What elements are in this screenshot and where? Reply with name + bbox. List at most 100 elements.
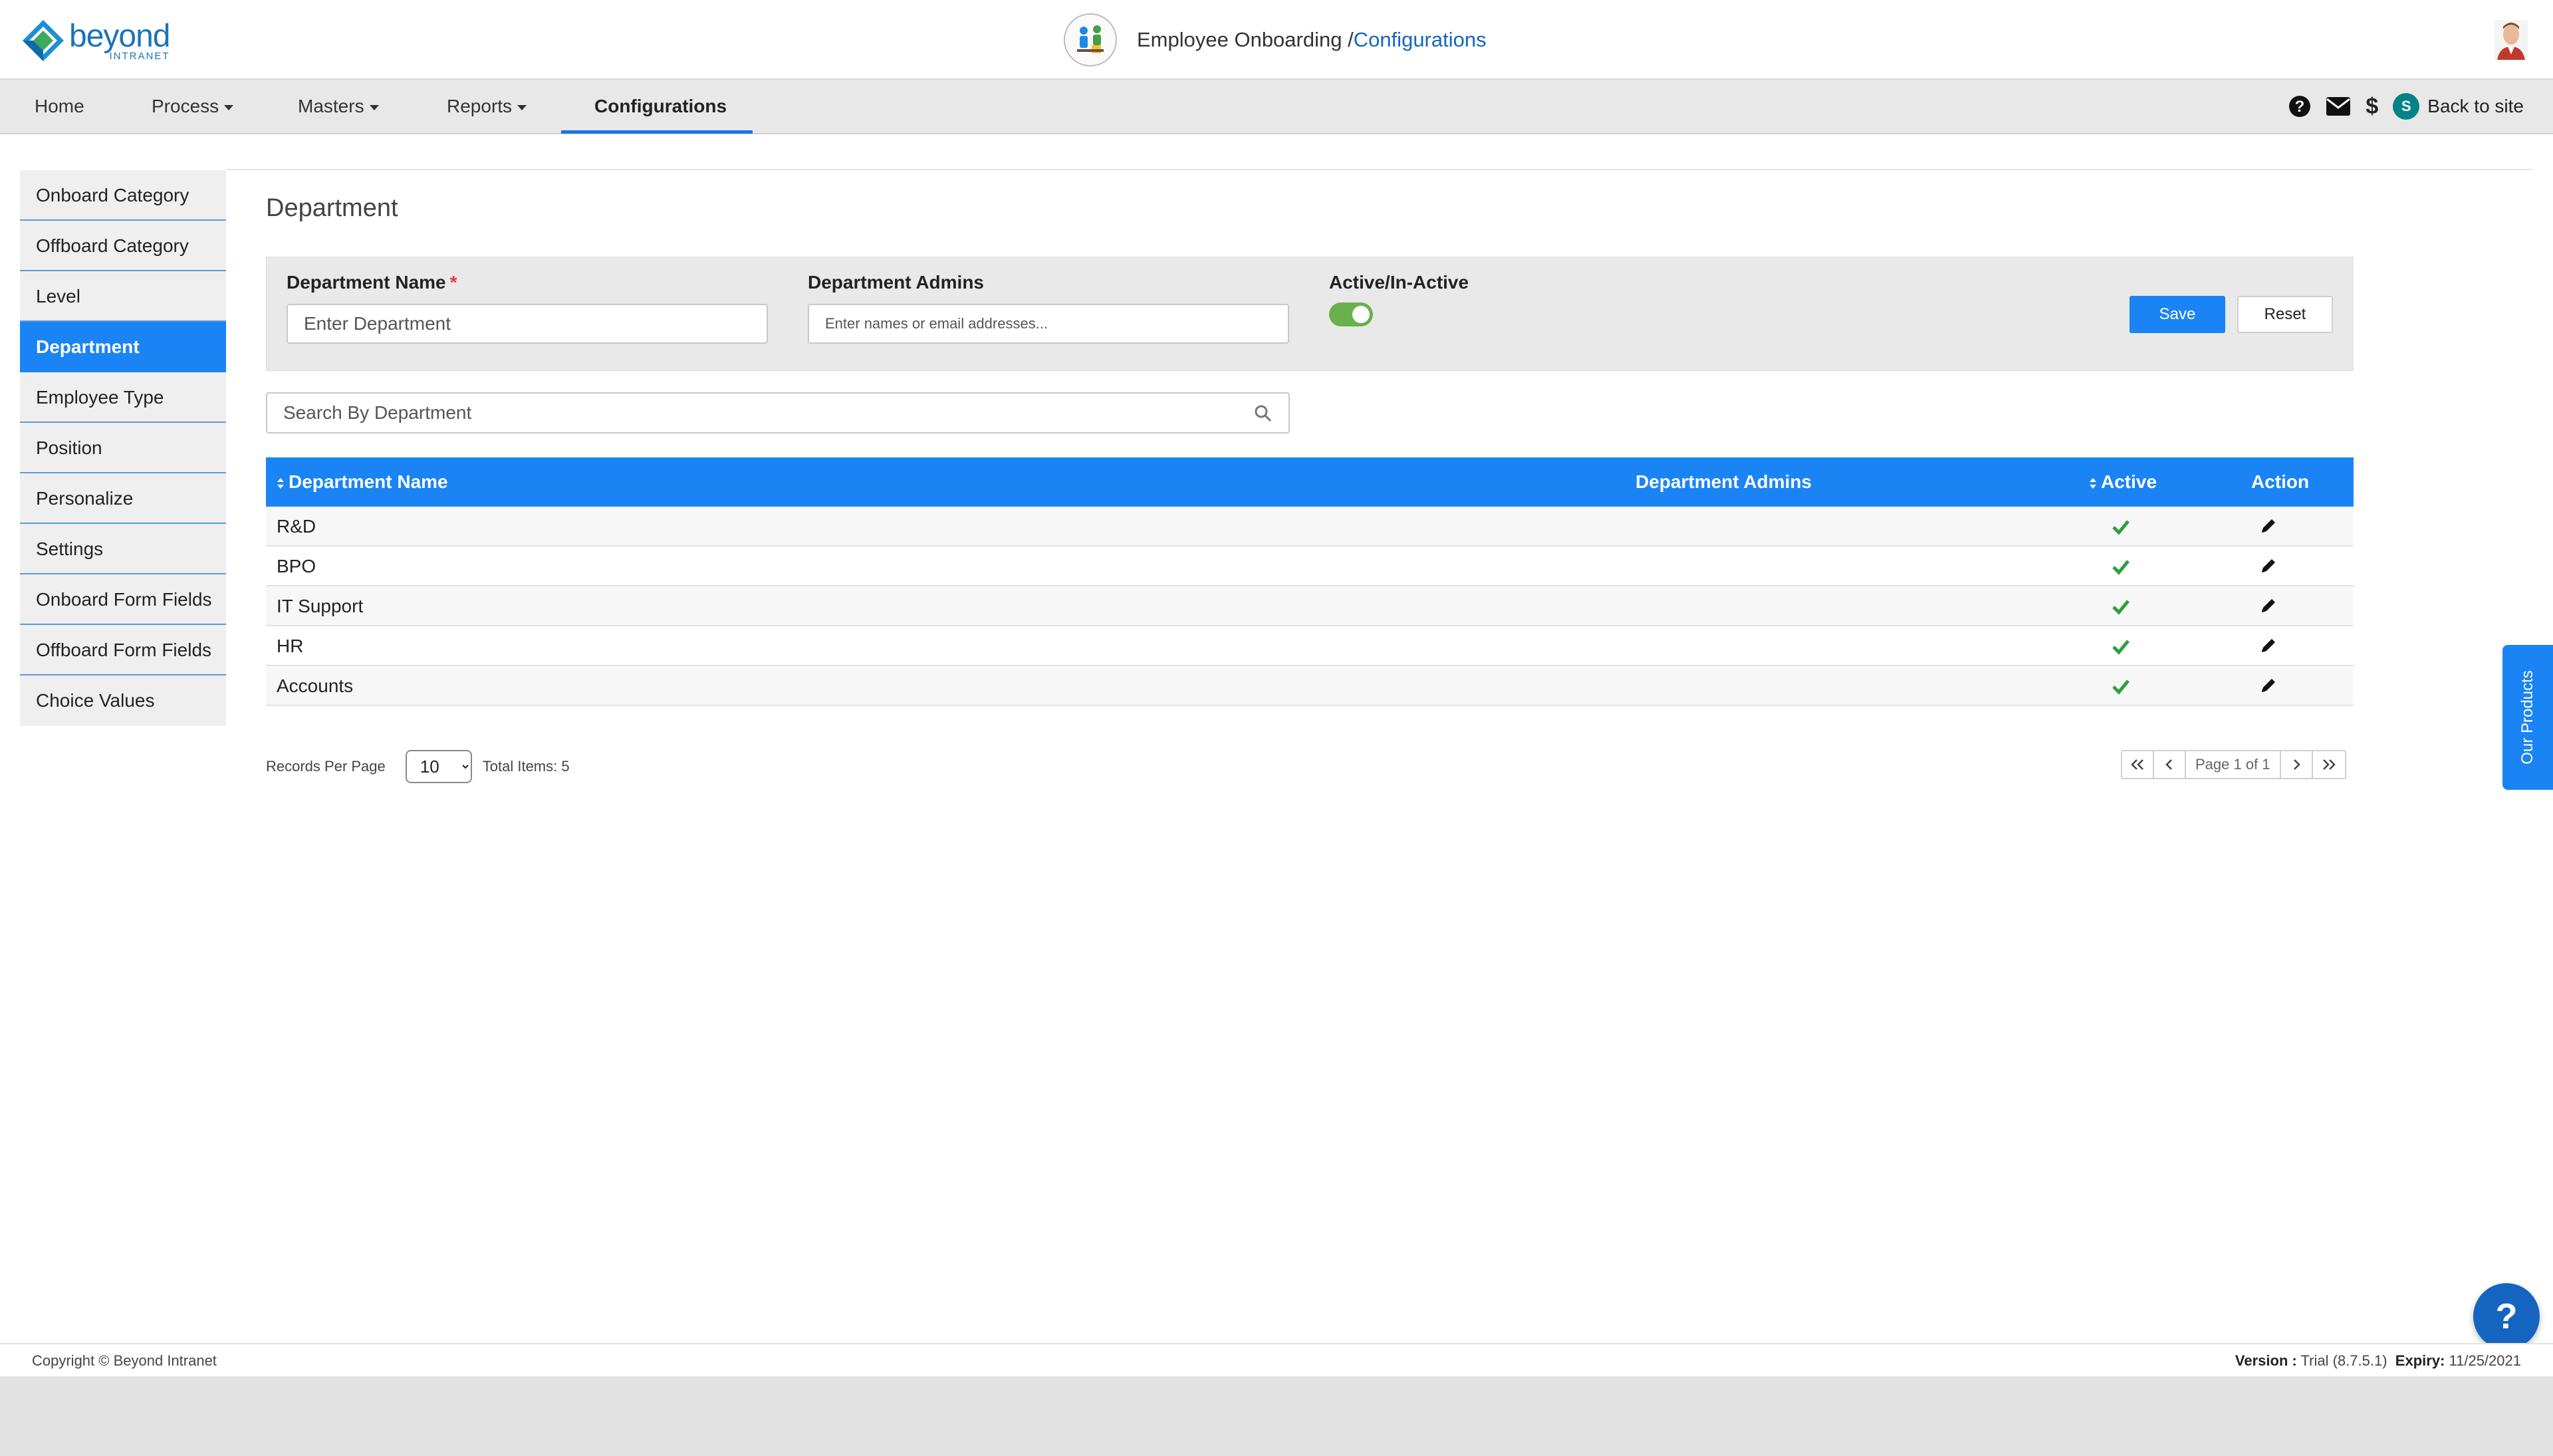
mail-icon[interactable] [2326, 96, 2351, 116]
total-items: Total Items: 5 [482, 758, 570, 775]
our-products-label: Our Products [2518, 670, 2536, 765]
nav-reports-label: Reports [447, 96, 513, 116]
nav-process[interactable]: Process [152, 80, 234, 133]
sharepoint-icon: S [2393, 93, 2420, 120]
chevron-down-icon [224, 104, 234, 110]
user-avatar[interactable] [2494, 20, 2528, 60]
table-row: BPO [266, 546, 2354, 586]
dept-name-label-text: Department Name [287, 272, 446, 293]
sidebar-item-settings[interactable]: Settings [20, 524, 226, 574]
svg-text:?: ? [2295, 98, 2305, 116]
department-form: Department Name* Department Admins Activ… [266, 257, 2354, 371]
nav-masters[interactable]: Masters [298, 80, 379, 133]
beyond-logo[interactable]: beyond INTRANET [21, 19, 170, 62]
table-header: Department Name Department Admins Active… [266, 457, 2354, 507]
last-page-button[interactable] [2313, 751, 2345, 778]
config-sidebar: Onboard Category Offboard Category Level… [20, 170, 226, 726]
edit-pencil-icon[interactable] [2259, 556, 2278, 575]
back-to-site-link[interactable]: S Back to site [2393, 93, 2524, 120]
sidebar-item-onboard-form-fields[interactable]: Onboard Form Fields [20, 574, 226, 625]
col-action: Action [2251, 471, 2310, 492]
nav-home[interactable]: Home [35, 80, 84, 133]
sidebar-item-level[interactable]: Level [20, 271, 226, 322]
sidebar-item-position[interactable]: Position [20, 423, 226, 473]
dept-admins-label: Department Admins [808, 272, 985, 293]
col-department-name[interactable]: Department Name [277, 457, 448, 507]
col-active-label: Active [2101, 471, 2157, 492]
main-navbar: Home Process Masters Reports Configurati… [0, 80, 2553, 134]
edit-pencil-icon[interactable] [2259, 596, 2278, 615]
nav-masters-label: Masters [298, 96, 364, 116]
breadcrumb-configurations[interactable]: Configurations [1354, 28, 1487, 51]
nav-active-indicator [561, 130, 753, 134]
nav-configurations-label: Configurations [594, 96, 727, 116]
search-icon[interactable] [1254, 404, 1273, 426]
nav-reports[interactable]: Reports [447, 80, 527, 133]
expiry-value: 11/25/2021 [2449, 1352, 2521, 1369]
expiry-label: Expiry: [2395, 1352, 2445, 1369]
chevron-left-icon [2165, 759, 2172, 770]
app-name: Employee Onboarding / [1137, 28, 1354, 51]
edit-pencil-icon[interactable] [2259, 676, 2278, 695]
chevron-right-icon [2293, 759, 2300, 770]
check-icon [2112, 560, 2129, 575]
chevron-down-icon [369, 104, 379, 110]
save-button[interactable]: Save [2129, 296, 2225, 333]
department-table: Department Name Department Admins Active… [266, 457, 2354, 706]
col-department-admins: Department Admins [1636, 471, 1812, 492]
top-header: beyond INTRANET Employee Onboarding /Con… [0, 0, 2553, 80]
col-active[interactable]: Active [2089, 457, 2157, 507]
sidebar-item-personalize[interactable]: Personalize [20, 473, 226, 524]
check-icon [2112, 679, 2129, 695]
logo-mark-icon [23, 20, 64, 61]
version-label: Version : [2235, 1352, 2297, 1369]
sort-icon [2090, 477, 2096, 489]
logo-text: beyond INTRANET [69, 18, 170, 61]
app-title: Employee Onboarding /Configurations [1064, 13, 1487, 66]
col-department-name-label: Department Name [289, 471, 448, 492]
copyright-text: Copyright © Beyond Intranet [32, 1352, 217, 1369]
search-input[interactable] [267, 394, 1225, 432]
check-icon [2112, 520, 2129, 535]
dept-name-input[interactable] [287, 304, 768, 344]
sidebar-item-offboard-form-fields[interactable]: Offboard Form Fields [20, 625, 226, 675]
sort-icon [277, 477, 284, 489]
dept-admins-input[interactable] [808, 304, 1289, 344]
prev-page-button[interactable] [2154, 751, 2186, 778]
active-toggle[interactable] [1329, 303, 1373, 326]
sidebar-item-onboard-category[interactable]: Onboard Category [20, 170, 226, 221]
reset-button[interactable]: Reset [2237, 296, 2333, 333]
table-row: Accounts [266, 666, 2354, 706]
dollar-icon[interactable]: $ [2366, 94, 2378, 120]
footer: Copyright © Beyond Intranet Version : Tr… [0, 1343, 2553, 1376]
help-icon[interactable]: ? [2288, 95, 2311, 118]
nav-right-tools: ? $ S Back to site [2274, 80, 2524, 133]
first-page-button[interactable] [2122, 751, 2154, 778]
back-to-site-label: Back to site [2427, 96, 2524, 116]
sidebar-item-employee-type[interactable]: Employee Type [20, 372, 226, 423]
onboarding-app-icon [1064, 13, 1117, 66]
page-title: Department [266, 194, 398, 222]
nav-configurations[interactable]: Configurations [594, 80, 727, 133]
nav-home-label: Home [35, 96, 84, 116]
toggle-knob [1352, 306, 1370, 323]
page-indicator: Page 1 of 1 [2186, 751, 2281, 778]
required-marker: * [449, 272, 457, 293]
app-title-text: Employee Onboarding /Configurations [1137, 28, 1487, 52]
sidebar-item-offboard-category[interactable]: Offboard Category [20, 221, 226, 271]
logo-main-text: beyond [69, 18, 170, 54]
edit-pencil-icon[interactable] [2259, 517, 2278, 535]
our-products-tab[interactable]: Our Products [2502, 645, 2553, 790]
double-chevron-right-icon [2322, 759, 2336, 770]
version-value: Trial (8.7.5.1) [2300, 1352, 2387, 1369]
records-per-page: Records Per Page 10 Total Items: 5 [266, 750, 570, 783]
sidebar-item-department[interactable]: Department [20, 322, 226, 372]
dept-name-cell: HR [277, 636, 304, 656]
records-per-page-select[interactable]: 10 [405, 750, 472, 783]
content-top-divider [226, 169, 2533, 170]
sidebar-item-choice-values[interactable]: Choice Values [20, 675, 226, 726]
next-page-button[interactable] [2281, 751, 2313, 778]
edit-pencil-icon[interactable] [2259, 636, 2278, 655]
help-chat-button[interactable]: ? [2473, 1283, 2540, 1350]
pagination: Page 1 of 1 [2121, 750, 2346, 779]
